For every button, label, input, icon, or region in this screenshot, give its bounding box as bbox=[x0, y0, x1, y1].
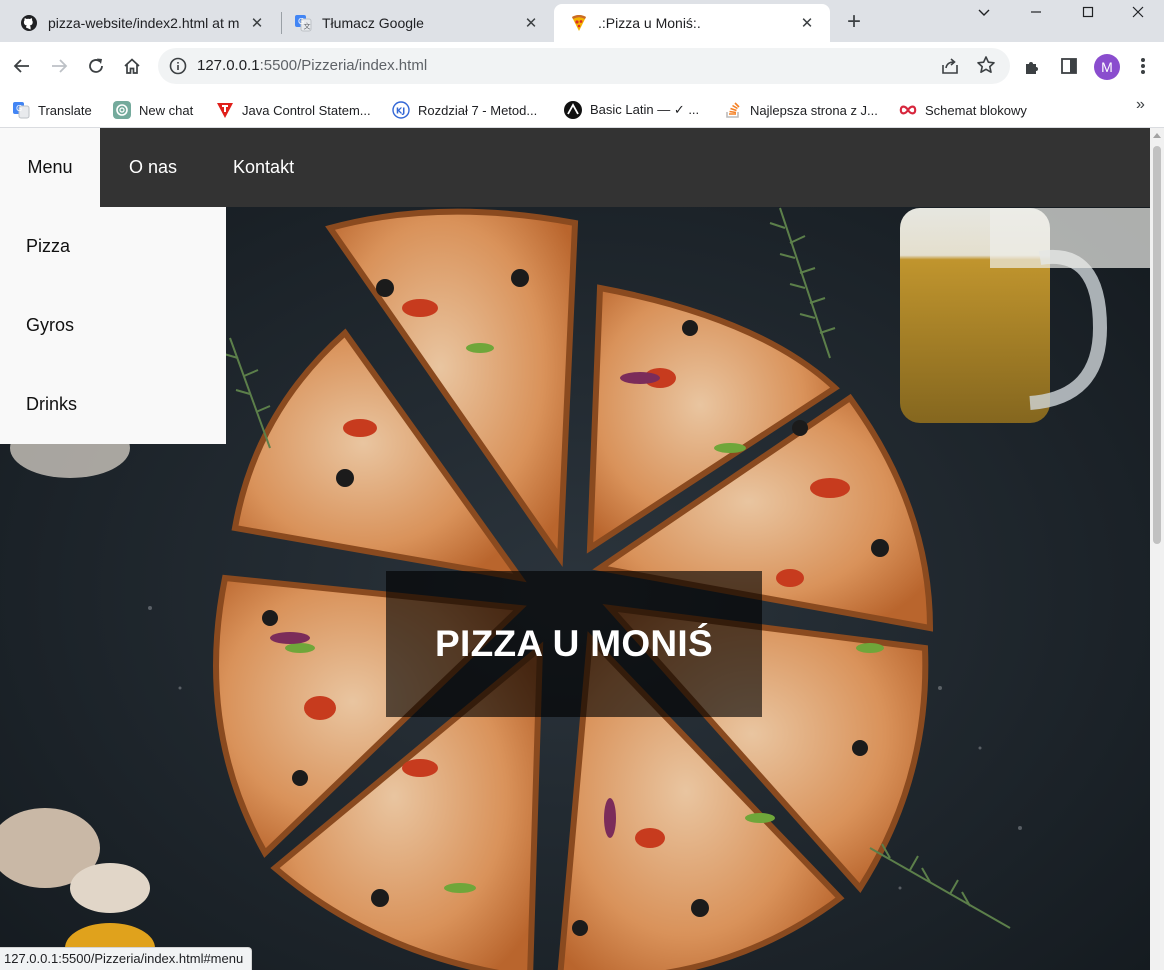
bookmark-label: New chat bbox=[139, 102, 194, 118]
maximize-icon[interactable] bbox=[1062, 0, 1114, 24]
url-text[interactable]: 127.0.0.1:5500/Pizzeria/index.html bbox=[197, 57, 427, 74]
close-tab-icon[interactable]: ✕ bbox=[798, 14, 816, 32]
bookmark-new-chat[interactable]: New chat bbox=[113, 97, 193, 123]
reload-icon[interactable] bbox=[82, 52, 110, 80]
bookmark-label: Translate bbox=[38, 102, 92, 118]
bookmarks-bar: G Translate New chat Java Control Statem… bbox=[0, 91, 1164, 128]
pizza-icon bbox=[570, 14, 588, 32]
nav-about[interactable]: O nas bbox=[100, 128, 203, 207]
tab-title: Tłumacz Google bbox=[322, 15, 424, 31]
address-bar[interactable]: 127.0.0.1:5500/Pizzeria/index.html bbox=[158, 48, 1010, 84]
google-translate-icon: G文 bbox=[294, 14, 312, 32]
bookmark-najlepsza-strona[interactable]: Najlepsza strona z J... bbox=[724, 97, 878, 123]
profile-avatar[interactable]: M bbox=[1094, 54, 1120, 80]
more-options-icon[interactable] bbox=[1131, 54, 1155, 78]
tab-bar: pizza-website/index2.html at mai ✕ G文 Tł… bbox=[0, 0, 1164, 42]
infinity-icon bbox=[899, 101, 917, 119]
dropdown-item-drinks[interactable]: Drinks bbox=[0, 365, 226, 444]
back-icon[interactable] bbox=[8, 52, 36, 80]
tab-github[interactable]: pizza-website/index2.html at mai ✕ bbox=[4, 4, 280, 42]
tab-search-icon[interactable] bbox=[958, 0, 1010, 24]
bookmark-translate[interactable]: G Translate bbox=[12, 97, 92, 123]
nav-menu[interactable]: Menu bbox=[0, 128, 100, 207]
javatpoint-icon bbox=[216, 101, 234, 119]
bookmark-label: Basic Latin — ✓ ... bbox=[590, 102, 700, 117]
bookmark-star-icon[interactable] bbox=[976, 55, 996, 75]
side-panel-icon[interactable] bbox=[1057, 54, 1081, 78]
openai-icon bbox=[113, 101, 131, 119]
minimize-icon[interactable] bbox=[1010, 0, 1062, 24]
stack-icon bbox=[724, 101, 742, 119]
tab-title: pizza-website/index2.html at mai bbox=[48, 15, 240, 31]
bookmark-schemat-blokowy[interactable]: Schemat blokowy bbox=[899, 97, 1027, 123]
bookmark-label: Java Control Statem... bbox=[242, 102, 371, 118]
bookmark-label: Schemat blokowy bbox=[925, 102, 1027, 118]
page-viewport: Menu O nas Kontakt Pizza Gyros Drinks PI… bbox=[0, 128, 1150, 970]
bookmark-java-control[interactable]: Java Control Statem... bbox=[216, 97, 371, 123]
new-tab-button[interactable]: + bbox=[840, 8, 868, 36]
svg-text:G: G bbox=[16, 104, 22, 113]
extensions-icon[interactable] bbox=[1021, 54, 1045, 78]
nav-contact[interactable]: Kontakt bbox=[203, 128, 320, 207]
home-icon[interactable] bbox=[118, 52, 146, 80]
browser-toolbar: 127.0.0.1:5500/Pizzeria/index.html M bbox=[0, 42, 1164, 91]
google-translate-icon: G bbox=[12, 101, 30, 119]
more-bookmarks-button[interactable]: » bbox=[1136, 96, 1145, 114]
github-icon bbox=[20, 14, 38, 32]
dropdown-item-gyros[interactable]: Gyros bbox=[0, 286, 226, 365]
bookmark-rozdzial-7[interactable]: KJ Rozdział 7 - Metod... bbox=[392, 97, 537, 123]
site-info-icon[interactable] bbox=[169, 57, 187, 75]
dropdown-item-pizza[interactable]: Pizza bbox=[0, 207, 226, 286]
close-window-icon[interactable] bbox=[1112, 0, 1164, 24]
svg-text:KJ: KJ bbox=[396, 107, 405, 116]
unicode-icon bbox=[564, 101, 582, 119]
site-navbar: Menu O nas Kontakt bbox=[0, 128, 1150, 207]
share-icon[interactable] bbox=[940, 56, 960, 76]
hero-title: PIZZA U MONIŚ bbox=[386, 571, 762, 717]
page-scrollbar[interactable] bbox=[1150, 128, 1164, 970]
close-tab-icon[interactable]: ✕ bbox=[522, 14, 540, 32]
book-icon: KJ bbox=[392, 101, 410, 119]
status-bar-url: 127.0.0.1:5500/Pizzeria/index.html#menu bbox=[0, 947, 253, 970]
tab-google-translate[interactable]: G文 Tłumacz Google ✕ bbox=[278, 4, 554, 42]
tab-title: .:Pizza u Moniś:. bbox=[598, 15, 701, 31]
bookmark-basic-latin[interactable]: Basic Latin — ✓ ... bbox=[564, 97, 699, 123]
menu-dropdown: Pizza Gyros Drinks bbox=[0, 207, 226, 444]
bookmark-label: Najlepsza strona z J... bbox=[750, 102, 878, 118]
bookmark-label: Rozdział 7 - Metod... bbox=[418, 102, 538, 118]
scrollbar-thumb[interactable] bbox=[1153, 146, 1161, 544]
close-tab-icon[interactable]: ✕ bbox=[248, 14, 266, 32]
svg-text:文: 文 bbox=[304, 22, 311, 31]
scroll-up-icon[interactable] bbox=[1153, 133, 1161, 138]
forward-icon[interactable] bbox=[45, 52, 73, 80]
tab-pizza[interactable]: .:Pizza u Moniś:. ✕ bbox=[554, 4, 830, 42]
